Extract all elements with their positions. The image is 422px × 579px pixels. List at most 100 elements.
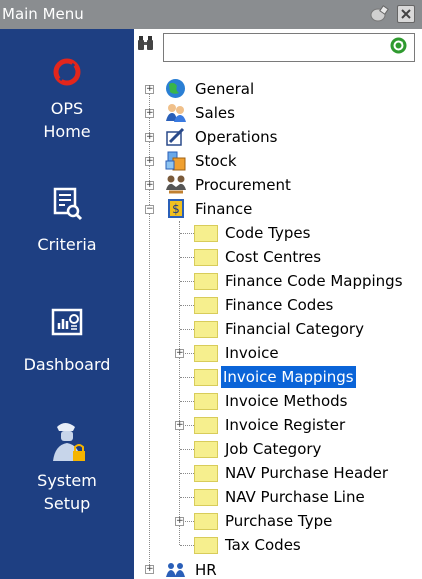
folder-icon — [194, 273, 218, 290]
nav-dashboard[interactable]: Dashboard — [0, 307, 134, 376]
folder-icon — [194, 225, 218, 242]
folder-icon — [194, 465, 218, 482]
folder-icon — [194, 369, 218, 386]
tree-item-invoice-methods[interactable]: Invoice Methods — [134, 389, 422, 413]
globe-icon — [166, 79, 185, 98]
tree-line — [180, 329, 194, 331]
search-go-icon[interactable] — [390, 37, 407, 54]
sidebar: OPS Home Criteria Dashboard System Setup — [0, 29, 134, 579]
tree-item-cost-centres[interactable]: Cost Centres — [134, 245, 422, 269]
tree-item-label: Job Category — [225, 440, 322, 458]
tree-item-label: Invoice Methods — [225, 392, 348, 410]
nav-dashboard-label: Dashboard — [23, 355, 111, 374]
folder-icon — [194, 513, 218, 530]
tree-item-hr[interactable]: + HR — [134, 557, 422, 579]
system-setup-icon — [53, 423, 85, 461]
tree-line — [180, 497, 194, 499]
stock-icon — [165, 151, 186, 171]
tree-line — [180, 377, 194, 379]
hr-people-icon — [166, 563, 185, 577]
search-input[interactable] — [163, 33, 415, 62]
nav-system-setup-line2: Setup — [43, 494, 91, 513]
tree-item-invoice[interactable]: + Invoice — [134, 341, 422, 365]
tree-item-label: Stock — [195, 152, 237, 170]
tree-item-stock[interactable]: + Stock — [134, 149, 422, 173]
tree-line — [180, 545, 194, 547]
tree-item-label: General — [195, 80, 255, 98]
tree-item-label: Invoice Register — [225, 416, 346, 434]
tree-item-label: NAV Purchase Line — [225, 488, 365, 506]
tree-item-label: Code Types — [225, 224, 311, 242]
tree-line — [180, 473, 194, 475]
expand-toggle[interactable]: + — [145, 109, 154, 118]
expand-toggle[interactable]: + — [175, 349, 184, 358]
expand-toggle[interactable]: + — [145, 85, 154, 94]
nav-system-setup-line1: System — [37, 471, 97, 490]
tree-item-sales[interactable]: + Sales — [134, 101, 422, 125]
folder-icon — [194, 297, 218, 314]
tree-item-label: Procurement — [195, 176, 291, 194]
tree-item-finance[interactable]: − $ Finance — [134, 197, 422, 221]
expand-toggle[interactable]: + — [145, 181, 154, 190]
tree-item-nav-purchase-line[interactable]: NAV Purchase Line — [134, 485, 422, 509]
tree-item-label: Purchase Type — [225, 512, 333, 530]
folder-icon — [194, 441, 218, 458]
folder-icon — [194, 489, 218, 506]
dashboard-icon — [51, 308, 83, 336]
tree-item-finance-code-mappings[interactable]: Finance Code Mappings — [134, 269, 422, 293]
nav-system-setup[interactable]: System Setup — [0, 419, 134, 515]
expand-toggle[interactable]: + — [175, 517, 184, 526]
nav-ops-home-line1: OPS — [50, 99, 84, 118]
nav-criteria-label: Criteria — [37, 235, 97, 254]
tree-item-label: Sales — [195, 104, 235, 122]
operations-icon — [166, 127, 185, 146]
procurement-icon — [166, 175, 186, 194]
close-icon — [401, 9, 411, 19]
tree-line — [180, 281, 194, 283]
tree-item-invoice-mappings[interactable]: Invoice Mappings — [134, 365, 422, 389]
tree-item-label: Finance Codes — [225, 296, 334, 314]
tree-item-label: HR — [195, 561, 217, 579]
finance-icon: $ — [168, 199, 184, 218]
close-button[interactable] — [397, 5, 415, 23]
nav-criteria[interactable]: Criteria — [0, 187, 134, 256]
tree-item-label: Cost Centres — [225, 248, 322, 266]
expand-toggle[interactable]: + — [145, 565, 154, 574]
pin-icon[interactable] — [369, 5, 391, 23]
tree-item-label: Finance — [195, 200, 253, 218]
folder-icon — [194, 249, 218, 266]
nav-ops-home[interactable]: OPS Home — [0, 57, 134, 143]
expand-toggle[interactable]: + — [145, 133, 154, 142]
search-bar — [134, 29, 422, 71]
tree-item-finance-codes[interactable]: Finance Codes — [134, 293, 422, 317]
tree-item-job-category[interactable]: Job Category — [134, 437, 422, 461]
tree-item-nav-purchase-header[interactable]: NAV Purchase Header — [134, 461, 422, 485]
tree-item-general[interactable]: + General — [134, 77, 422, 101]
tree-item-financial-category[interactable]: Financial Category — [134, 317, 422, 341]
expand-toggle[interactable]: + — [145, 157, 154, 166]
tree-item-procurement[interactable]: + Procurement — [134, 173, 422, 197]
tree-item-operations[interactable]: + Operations — [134, 125, 422, 149]
tree-item-tax-codes[interactable]: Tax Codes — [134, 533, 422, 557]
tree-item-label: Invoice — [225, 344, 279, 362]
expand-toggle[interactable]: + — [175, 421, 184, 430]
collapse-toggle[interactable]: − — [145, 205, 154, 214]
tree-item-purchase-type[interactable]: + Purchase Type — [134, 509, 422, 533]
tree-line — [180, 449, 194, 451]
tree-item-invoice-register[interactable]: + Invoice Register — [134, 413, 422, 437]
tree-item-code-types[interactable]: Code Types — [134, 221, 422, 245]
tree-item-label: NAV Purchase Header — [225, 464, 389, 482]
nav-ops-home-line2: Home — [43, 122, 91, 141]
window-title: Main Menu — [2, 5, 84, 23]
tree-item-label-selected: Invoice Mappings — [221, 366, 356, 388]
menu-tree-panel: + General + Sales + Operations + Stock +… — [134, 29, 422, 579]
folder-icon — [194, 321, 218, 338]
folder-icon — [194, 537, 218, 554]
folder-icon — [194, 393, 218, 410]
tree-line — [180, 233, 194, 235]
tree-item-label: Tax Codes — [225, 536, 301, 554]
criteria-icon — [53, 187, 83, 221]
tree-item-label: Finance Code Mappings — [225, 272, 403, 290]
tree-item-label: Operations — [195, 128, 278, 146]
tree-line — [180, 257, 194, 259]
